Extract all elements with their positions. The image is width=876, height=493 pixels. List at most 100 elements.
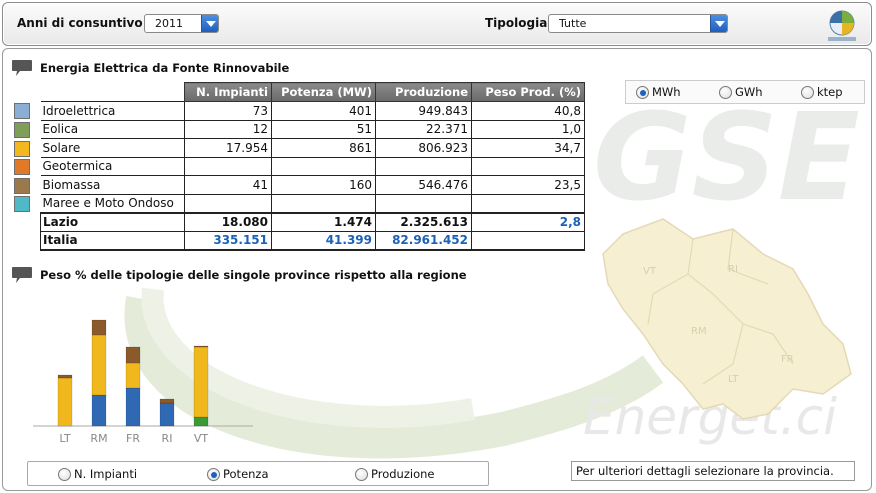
wind-icon <box>14 122 30 138</box>
table-row: Idroelettrica 73 401 949.843 40,8 <box>40 101 585 121</box>
gse-logo-icon <box>828 10 856 41</box>
table-section-title: Energia Elettrica da Fonte Rinnovabile <box>40 61 290 75</box>
map-province-fr[interactable]: FR <box>781 354 794 365</box>
cell-peso: 40,8 <box>471 101 585 121</box>
radio-impianti[interactable]: N. Impianti <box>58 467 137 481</box>
cell-name: Biomassa <box>40 175 185 195</box>
radio-gwh-label: GWh <box>735 85 763 99</box>
bar-rm-segment-0[interactable] <box>91 394 107 427</box>
radio-mwh-dot[interactable] <box>636 85 649 99</box>
cell-name: Solare <box>40 138 185 158</box>
cell-produzione <box>375 156 472 176</box>
cell-name: Geotermica <box>40 156 185 176</box>
col-peso: Peso Prod. (%) <box>471 82 585 102</box>
anni-select[interactable]: 2011 <box>144 14 219 33</box>
filter-bar: Anni di consuntivo 2011 Tipologia Tutte <box>2 2 872 46</box>
radio-produzione-dot[interactable] <box>355 467 368 481</box>
cell-peso: 1,0 <box>471 119 585 139</box>
italia-name: Italia <box>40 230 185 251</box>
col-produzione: Produzione <box>375 82 472 102</box>
cell-name: Maree e Moto Ondoso <box>40 193 185 213</box>
cell-potenza: 401 <box>271 101 376 121</box>
radio-potenza[interactable]: Potenza <box>207 467 269 481</box>
cell-produzione: 806.923 <box>375 138 472 158</box>
lazio-map[interactable]: VT RI RM FR LT <box>593 214 863 434</box>
chevron-down-icon[interactable] <box>710 15 727 32</box>
bar-vt-segment-2[interactable] <box>193 346 209 418</box>
radio-gwh-dot[interactable] <box>719 85 732 99</box>
col-potenza: Potenza (MW) <box>271 82 376 102</box>
x-tick-label: FR <box>126 432 140 444</box>
map-province-vt[interactable]: VT <box>643 266 657 277</box>
cell-produzione: 22.371 <box>375 119 472 139</box>
cell-impianti: 17.954 <box>184 138 272 158</box>
radio-potenza-dot[interactable] <box>207 467 220 481</box>
tipologia-select[interactable]: Tutte <box>548 14 728 33</box>
cell-potenza: 51 <box>271 119 376 139</box>
map-province-rm[interactable]: RM <box>691 326 707 337</box>
map-province-lt[interactable]: LT <box>728 374 739 385</box>
cell-name: Idroelettrica <box>40 101 185 121</box>
radio-impianti-dot[interactable] <box>58 467 71 481</box>
province-stacked-chart: LT RM FR RI VT <box>33 319 253 444</box>
cell-peso <box>471 193 585 213</box>
map-province-ri[interactable]: RI <box>728 264 738 275</box>
x-tick-label: RM <box>90 432 107 444</box>
radio-impianti-label: N. Impianti <box>74 467 138 481</box>
bar-lt-segment-3[interactable] <box>57 374 73 379</box>
biomass-icon <box>14 178 30 194</box>
bar-fr-segment-3[interactable] <box>125 346 141 364</box>
radio-ktep[interactable]: ktep <box>801 85 843 99</box>
radio-ktep-dot[interactable] <box>801 85 814 99</box>
lazio-total-row: Lazio 18.080 1.474 2.325.613 2,8 <box>40 211 585 232</box>
bar-ri-segment-0[interactable] <box>159 402 175 427</box>
italia-peso <box>471 230 585 251</box>
table-row: Geotermica <box>40 156 585 176</box>
chevron-down-icon[interactable] <box>201 15 218 32</box>
tidal-icon <box>14 196 30 212</box>
radio-mwh-label: MWh <box>652 85 681 99</box>
table-row: Maree e Moto Ondoso <box>40 193 585 213</box>
radio-potenza-label: Potenza <box>223 467 269 481</box>
cell-peso: 34,7 <box>471 138 585 158</box>
cell-produzione <box>375 193 472 213</box>
tipologia-select-value: Tutte <box>559 17 587 30</box>
bar-ri-segment-3[interactable] <box>159 398 175 404</box>
italia-potenza: 41.399 <box>271 230 376 251</box>
table-row: Biomassa 41 160 546.476 23,5 <box>40 175 585 195</box>
radio-ktep-label: ktep <box>817 85 843 99</box>
cell-peso <box>471 156 585 176</box>
radio-produzione[interactable]: Produzione <box>355 467 434 481</box>
bar-lt-segment-2[interactable] <box>57 377 73 427</box>
bar-vt-segment-3[interactable] <box>193 345 209 348</box>
radio-produzione-label: Produzione <box>371 467 435 481</box>
bar-fr-segment-0[interactable] <box>125 387 141 427</box>
bar-vt-segment-1[interactable] <box>193 416 209 427</box>
cell-name: Eolica <box>40 119 185 139</box>
cell-potenza <box>271 193 376 213</box>
bar-rm-segment-3[interactable] <box>91 319 107 336</box>
cell-peso: 23,5 <box>471 175 585 195</box>
italia-produzione: 82.961.452 <box>375 230 472 251</box>
main-panel: GSE ore Energet.ci VT RI RM FR LT Energi… <box>2 48 872 491</box>
bar-fr-segment-2[interactable] <box>125 362 141 389</box>
watermark-brand: GSE <box>593 89 860 228</box>
bar-rm-segment-2[interactable] <box>91 334 107 396</box>
lazio-potenza: 1.474 <box>271 211 376 232</box>
metric-selector: N. Impianti Potenza Produzione <box>27 461 489 486</box>
table-row: Eolica 12 51 22.371 1,0 <box>40 119 585 139</box>
unit-selector: MWh GWh ktep <box>625 80 865 104</box>
energy-table: N. Impianti Potenza (MW) Produzione Peso… <box>40 82 585 251</box>
cell-impianti: 41 <box>184 175 272 195</box>
x-tick-label: RI <box>162 432 173 444</box>
cell-impianti <box>184 156 272 176</box>
cell-impianti: 12 <box>184 119 272 139</box>
lazio-name: Lazio <box>40 211 185 232</box>
cell-potenza: 861 <box>271 138 376 158</box>
table-row: Solare 17.954 861 806.923 34,7 <box>40 138 585 158</box>
header-blank <box>41 83 185 102</box>
cell-impianti <box>184 193 272 213</box>
cell-produzione: 546.476 <box>375 175 472 195</box>
radio-mwh[interactable]: MWh <box>636 85 681 99</box>
radio-gwh[interactable]: GWh <box>719 85 763 99</box>
